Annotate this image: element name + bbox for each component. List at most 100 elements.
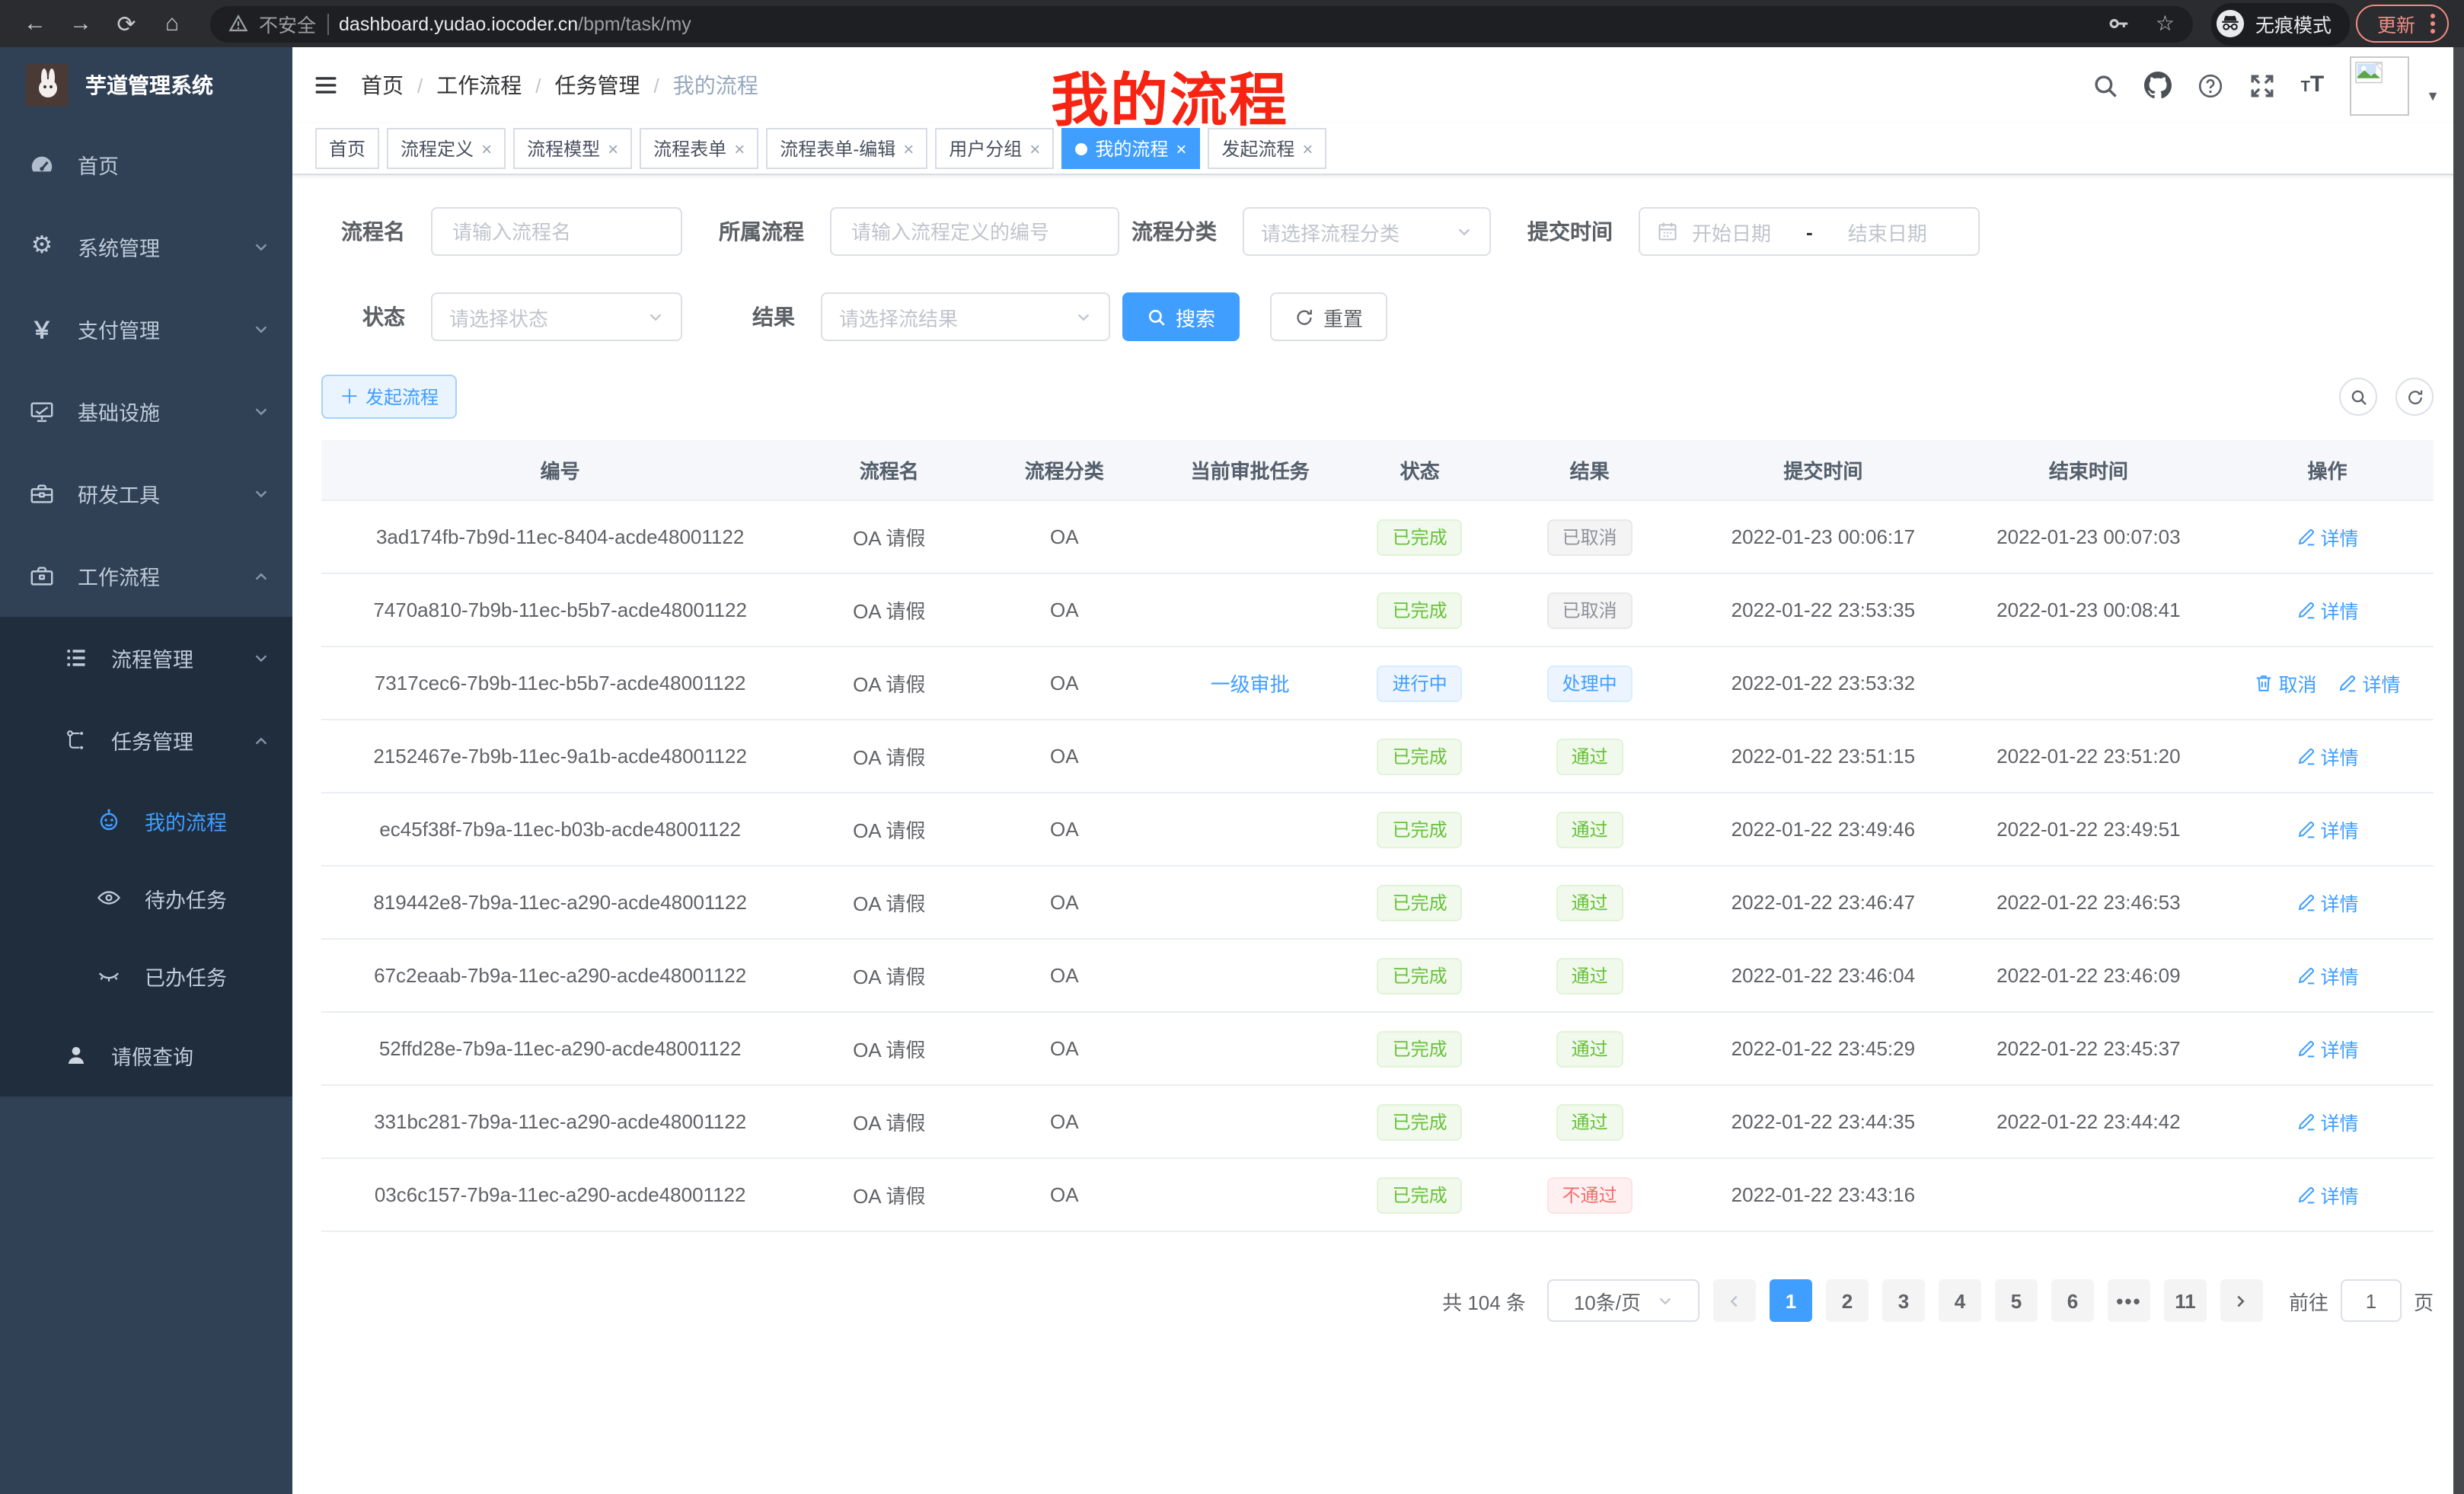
sidebar-item-process-mgmt[interactable]: 流程管理 bbox=[0, 617, 292, 699]
detail-action[interactable]: 详情 bbox=[2338, 669, 2401, 698]
browser-update-button[interactable]: 更新 bbox=[2356, 5, 2449, 43]
filter-row-1: 流程名 所属流程 流程分类 请选择流程分类 提交时间 开始日期 - 结束日期 bbox=[321, 207, 2434, 256]
home-icon[interactable]: ⌂ bbox=[152, 4, 192, 43]
detail-action[interactable]: 详情 bbox=[2296, 1107, 2359, 1136]
page-button-6[interactable]: 6 bbox=[2051, 1279, 2094, 1322]
tab-流程表单[interactable]: 流程表单× bbox=[640, 128, 758, 169]
cancel-action[interactable]: 取消 bbox=[2255, 669, 2317, 698]
sidebar-item-home[interactable]: 首页 bbox=[0, 123, 292, 206]
current-task-link[interactable]: 一级审批 bbox=[1211, 673, 1290, 696]
browser-menu-icon[interactable] bbox=[2430, 14, 2435, 34]
url-path[interactable]: /bpm/task/my bbox=[578, 13, 691, 34]
submit-time-range-picker[interactable]: 开始日期 - 结束日期 bbox=[1639, 207, 1980, 256]
sidebar-item-task-mgmt[interactable]: 任务管理 bbox=[0, 699, 292, 781]
cell-id: 67c2eaab-7b9a-11ec-a290-acde48001122 bbox=[321, 939, 799, 1012]
cell-actions: 详情 bbox=[2221, 720, 2434, 793]
avatar-caret-icon[interactable]: ▼ bbox=[2426, 88, 2440, 104]
address-bar[interactable]: 不安全 dashboard.yudao.iocoder.cn/bpm/task/… bbox=[210, 5, 2193, 42]
sidebar-item-workflow[interactable]: 工作流程 bbox=[0, 535, 292, 617]
detail-action[interactable]: 详情 bbox=[2296, 815, 2359, 844]
tab-流程定义[interactable]: 流程定义× bbox=[387, 128, 506, 169]
security-label[interactable]: 不安全 bbox=[259, 9, 316, 38]
result-select[interactable]: 请选择流结果 bbox=[821, 292, 1110, 341]
incognito-icon bbox=[2216, 9, 2245, 38]
help-icon[interactable] bbox=[2197, 72, 2223, 98]
breadcrumb-home[interactable]: 首页 bbox=[361, 70, 404, 101]
refresh-table-button[interactable] bbox=[2395, 378, 2434, 416]
tab-流程模型[interactable]: 流程模型× bbox=[513, 128, 632, 169]
reload-icon[interactable]: ⟳ bbox=[107, 4, 146, 43]
status-tag: 已完成 bbox=[1377, 811, 1463, 848]
key-icon[interactable] bbox=[2108, 12, 2131, 35]
page-button-11[interactable]: 11 bbox=[2164, 1279, 2207, 1322]
detail-action[interactable]: 详情 bbox=[2296, 522, 2359, 551]
next-page-button[interactable] bbox=[2220, 1279, 2263, 1322]
page-button-2[interactable]: 2 bbox=[1826, 1279, 1869, 1322]
page-button-1[interactable]: 1 bbox=[1770, 1279, 1812, 1322]
process-definition-input[interactable] bbox=[830, 207, 1119, 256]
detail-action[interactable]: 详情 bbox=[2296, 961, 2359, 990]
breadcrumb-task-mgmt[interactable]: 任务管理 bbox=[555, 70, 640, 101]
breadcrumb-workflow[interactable]: 工作流程 bbox=[436, 70, 522, 101]
sidebar-item-leave-query[interactable]: 请假查询 bbox=[0, 1014, 292, 1097]
sidebar-item-payment[interactable]: ￥ 支付管理 bbox=[0, 288, 292, 370]
font-size-icon[interactable]: TT bbox=[2301, 72, 2325, 99]
tab-close-icon[interactable]: × bbox=[1029, 138, 1040, 159]
update-label[interactable]: 更新 bbox=[2377, 9, 2415, 38]
tab-close-icon[interactable]: × bbox=[481, 138, 492, 159]
tab-用户分组[interactable]: 用户分组× bbox=[935, 128, 1054, 169]
github-icon[interactable] bbox=[2144, 72, 2172, 99]
pagination: 共 104 条 10条/页 123456•••11 前往 页 bbox=[321, 1279, 2434, 1383]
bookmark-star-icon[interactable]: ☆ bbox=[2156, 11, 2175, 37]
table-body: 3ad174fb-7b9d-11ec-8404-acde48001122OA 请… bbox=[321, 500, 2434, 1231]
sidebar-item-todo-task[interactable]: 待办任务 bbox=[0, 859, 292, 937]
briefcase-icon bbox=[29, 563, 55, 589]
search-icon[interactable] bbox=[2092, 72, 2118, 98]
sidebar-item-done-task[interactable]: 已办任务 bbox=[0, 937, 292, 1014]
tab-label: 我的流程 bbox=[1095, 136, 1168, 161]
detail-action[interactable]: 详情 bbox=[2296, 742, 2359, 771]
app-logo[interactable]: 芋道管理系统 bbox=[0, 47, 292, 123]
page-button-5[interactable]: 5 bbox=[1995, 1279, 2038, 1322]
hamburger-icon[interactable] bbox=[312, 72, 340, 99]
detail-action[interactable]: 详情 bbox=[2296, 1034, 2359, 1063]
tab-首页[interactable]: 首页 bbox=[315, 128, 379, 169]
create-process-button[interactable]: ＋ 发起流程 bbox=[321, 375, 457, 419]
detail-action[interactable]: 详情 bbox=[2296, 888, 2359, 917]
forward-icon[interactable]: → bbox=[61, 4, 101, 43]
refresh-icon bbox=[1294, 307, 1314, 327]
fullscreen-icon[interactable] bbox=[2249, 72, 2275, 98]
prev-page-button[interactable] bbox=[1713, 1279, 1756, 1322]
tab-close-icon[interactable]: × bbox=[1176, 138, 1186, 159]
cell-current-task bbox=[1149, 720, 1351, 793]
sidebar-item-infrastructure[interactable]: 基础设施 bbox=[0, 370, 292, 452]
sidebar-item-system[interactable]: ⚙ 系统管理 bbox=[0, 206, 292, 288]
search-icon bbox=[2349, 388, 2367, 406]
tab-close-icon[interactable]: × bbox=[1302, 138, 1313, 159]
avatar[interactable] bbox=[2350, 56, 2409, 115]
sidebar-item-my-process[interactable]: 我的流程 bbox=[0, 781, 292, 859]
page-button-3[interactable]: 3 bbox=[1882, 1279, 1925, 1322]
tab-close-icon[interactable]: × bbox=[903, 138, 914, 159]
tab-close-icon[interactable]: × bbox=[734, 138, 745, 159]
goto-page-input[interactable] bbox=[2341, 1279, 2402, 1322]
category-select[interactable]: 请选择流程分类 bbox=[1243, 207, 1491, 256]
page-size-select[interactable]: 10条/页 bbox=[1547, 1279, 1700, 1322]
show-search-button[interactable] bbox=[2339, 378, 2377, 416]
status-select[interactable]: 请选择状态 bbox=[431, 292, 682, 341]
cell-result: 处理中 bbox=[1489, 646, 1690, 720]
search-button[interactable]: 搜索 bbox=[1122, 292, 1240, 341]
back-icon[interactable]: ← bbox=[15, 4, 55, 43]
cell-status: 已完成 bbox=[1351, 866, 1489, 939]
more-pages-button[interactable]: ••• bbox=[2108, 1279, 2150, 1322]
tab-流程表单-编辑[interactable]: 流程表单-编辑× bbox=[766, 128, 927, 169]
detail-action[interactable]: 详情 bbox=[2296, 1180, 2359, 1209]
process-name-input[interactable] bbox=[431, 207, 682, 256]
url-host[interactable]: dashboard.yudao.iocoder.cn bbox=[339, 13, 578, 34]
reset-button[interactable]: 重置 bbox=[1270, 292, 1387, 341]
window-scrollbar[interactable] bbox=[2453, 47, 2464, 1494]
tab-close-icon[interactable]: × bbox=[608, 138, 618, 159]
sidebar-item-devtools[interactable]: 研发工具 bbox=[0, 452, 292, 535]
page-button-4[interactable]: 4 bbox=[1939, 1279, 1981, 1322]
detail-action[interactable]: 详情 bbox=[2296, 595, 2359, 624]
